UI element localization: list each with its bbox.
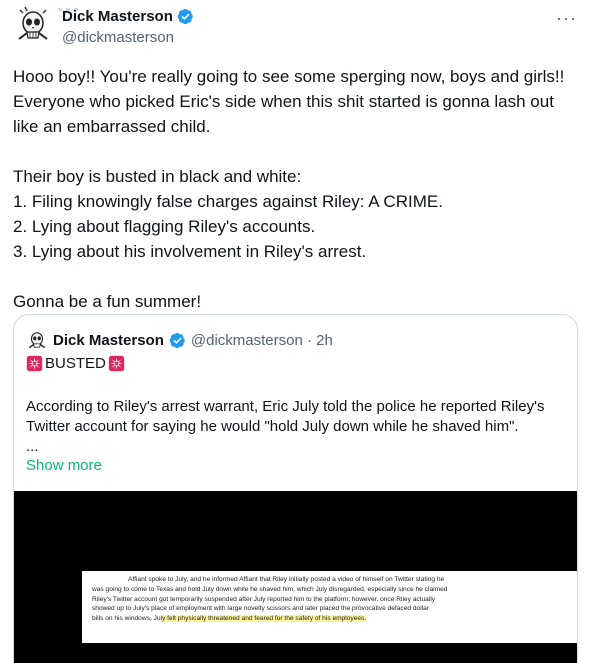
document-line: Affiant spoke to July, and he informed A… xyxy=(128,576,445,583)
police-siren-icon xyxy=(26,355,43,372)
quote-text: According to Riley's arrest warrant, Eri… xyxy=(26,397,566,437)
police-siren-icon xyxy=(108,355,124,372)
document-line: Riley's Twitter account got temporarily … xyxy=(92,595,436,603)
quote-text-line: According to Riley's arrest warrant, Eri… xyxy=(26,398,545,415)
tweet-line: Gonna be a fun summer! xyxy=(13,292,202,311)
tweet-line: like an embarrassed child. xyxy=(13,117,211,136)
more-options-button[interactable]: ··· xyxy=(556,8,577,29)
quote-text-line: Twitter account for saying he would "hol… xyxy=(26,418,519,435)
tweet-line: Everyone who picked Eric's side when thi… xyxy=(13,92,554,111)
tweet-line: 3. Lying about his involvement in Riley'… xyxy=(13,242,367,261)
quote-handle-time: @dickmasterson · 2h xyxy=(190,331,333,349)
tweet-line: Hooo boy!! You're really going to see so… xyxy=(13,67,565,86)
verified-badge-icon xyxy=(177,8,193,25)
quote-author-name: Dick Masterson xyxy=(53,331,164,349)
document-excerpt: Affiant spoke to July, and he informed A… xyxy=(82,571,577,643)
more-horizontal-icon: ··· xyxy=(556,8,577,28)
document-highlight: ly felt physically threatened and feared… xyxy=(160,615,367,623)
tweet-text: Hooo boy!! You're really going to see so… xyxy=(13,64,583,314)
busted-label: BUSTED xyxy=(45,355,106,372)
skull-logo-icon xyxy=(13,5,53,45)
quote-busted-line: BUSTED xyxy=(26,355,125,372)
skull-logo-icon xyxy=(26,329,48,351)
quote-ellipsis: ... xyxy=(26,438,39,455)
document-line-last: bills on his windows, July felt physical… xyxy=(92,614,577,624)
tweet-card: Dick Masterson @dickmasterson ··· Hooo b… xyxy=(0,0,597,663)
document-line: was going to come to Texas and hold July… xyxy=(92,585,448,593)
thread-connector xyxy=(58,0,98,11)
document-line: showed up to July's place of employment … xyxy=(92,605,429,613)
author-handle[interactable]: @dickmasterson xyxy=(62,29,174,46)
document-line-plain: bills on his windows, Ju xyxy=(92,615,161,623)
tweet-line: 1. Filing knowingly false charges agains… xyxy=(13,192,443,211)
author-name-row[interactable]: Dick Masterson xyxy=(62,8,194,25)
tweet-line: Their boy is busted in black and white: xyxy=(13,167,302,186)
tweet-line: 2. Lying about flagging Riley's accounts… xyxy=(13,217,316,236)
author-name[interactable]: Dick Masterson xyxy=(62,8,173,25)
quote-avatar xyxy=(26,329,48,351)
show-more-link[interactable]: Show more xyxy=(26,457,102,474)
verified-badge-icon xyxy=(169,332,185,348)
quoted-tweet[interactable]: Dick Masterson @dickmasterson · 2h BUSTE… xyxy=(13,314,578,663)
quote-media-image[interactable]: Affiant spoke to July, and he informed A… xyxy=(14,491,577,663)
avatar[interactable] xyxy=(13,5,53,45)
quote-header: Dick Masterson @dickmasterson · 2h xyxy=(26,329,333,351)
